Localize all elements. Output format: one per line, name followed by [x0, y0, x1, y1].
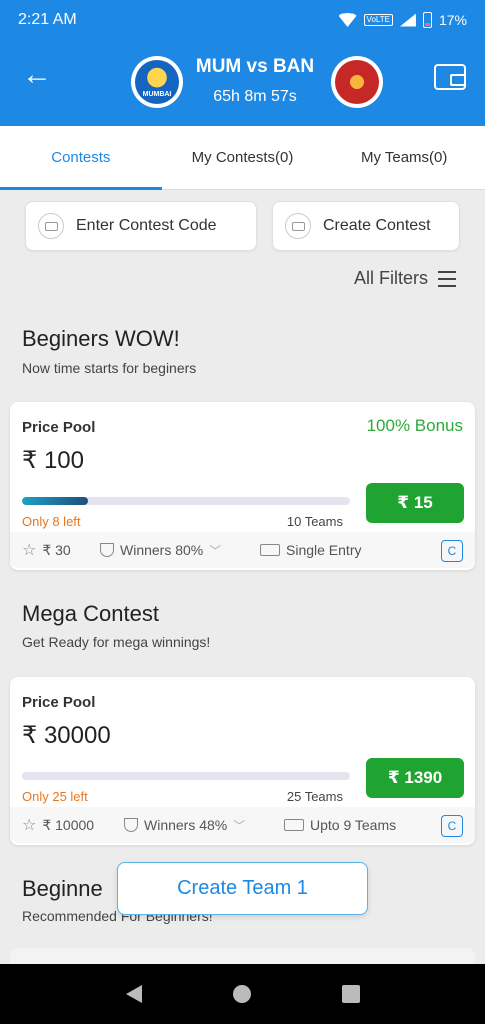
status-time: 2:21 AM: [18, 11, 77, 28]
contest-tabs: Contests My Contests(0) My Teams(0): [0, 126, 485, 190]
tab-my-teams[interactable]: My Teams(0): [323, 126, 485, 189]
spots-left: Only 25 left: [22, 789, 88, 804]
contest-card[interactable]: Price Pool ₹ 30000 Only 25 left 25 Teams…: [10, 677, 475, 845]
trophy-icon: [285, 213, 311, 239]
first-prize-icon: ☆: [22, 542, 37, 559]
filters-label: All Filters: [354, 268, 429, 288]
volte-icon: VoLTE: [363, 14, 393, 26]
create-contest-label: Create Contest: [323, 217, 431, 234]
section-subtitle: Now time starts for beginers: [22, 360, 197, 376]
chevron-down-icon: ﹀: [209, 543, 222, 558]
winners-percent: Winners 80%: [120, 542, 204, 558]
join-contest-button[interactable]: ₹ 15: [366, 483, 464, 523]
nav-home-icon[interactable]: [232, 985, 251, 1003]
back-arrow-icon[interactable]: ←: [22, 60, 52, 90]
wifi-icon: [338, 13, 357, 27]
status-icons: VoLTE 17%: [338, 12, 467, 28]
winners-dropdown[interactable]: Winners 80% ﹀: [100, 542, 260, 559]
prize-pool-amount: ₹ 30000: [22, 722, 111, 749]
card-footer: ☆ ₹ 30 Winners 80% ﹀ Single Entry C: [10, 532, 475, 568]
first-prize: ₹ 30: [42, 541, 71, 558]
entry-type-icon: [284, 819, 304, 831]
first-prize-icon: ☆: [22, 817, 37, 834]
team1-logo-text: MUMBAI: [135, 60, 179, 104]
spots-left: Only 8 left: [22, 514, 81, 529]
prize-pool-amount: ₹ 100: [22, 447, 84, 474]
first-prize: ₹ 10000: [42, 816, 95, 833]
prize-pool-label: Price Pool: [22, 694, 96, 711]
section-title: Beginers WOW!: [22, 326, 180, 351]
enter-code-label: Enter Contest Code: [76, 217, 217, 234]
section-title: Beginne: [22, 876, 103, 901]
match-countdown: 65h 8m 57s: [213, 88, 297, 105]
tab-my-contests[interactable]: My Contests(0): [162, 126, 324, 189]
tab-contests[interactable]: Contests: [0, 126, 162, 190]
wallet-icon[interactable]: [434, 64, 466, 90]
spots-progress-bar: [22, 772, 350, 780]
spots-progress-bar: [22, 497, 350, 505]
prize-pool-label: Price Pool: [22, 419, 96, 436]
section-subtitle: Get Ready for mega winnings!: [22, 634, 211, 650]
trophy-icon: [124, 818, 138, 832]
total-teams: 25 Teams: [286, 789, 343, 804]
battery-icon: [422, 12, 432, 28]
total-teams: 10 Teams: [286, 514, 343, 529]
contest-card[interactable]: Price Pool 100% Bonus ₹ 100 Only 8 left …: [10, 402, 475, 570]
winners-percent: Winners 48%: [144, 817, 228, 833]
filter-sliders-icon: [438, 270, 457, 287]
bonus-label: 100% Bonus: [366, 416, 463, 435]
enter-contest-code-button[interactable]: Enter Contest Code: [25, 201, 257, 251]
chevron-down-icon: ﹀: [233, 818, 246, 833]
battery-percent: 17%: [438, 12, 467, 28]
nav-recents-icon[interactable]: [341, 985, 360, 1003]
create-team-button[interactable]: Create Team 1: [117, 862, 368, 915]
team1-logo: MUMBAI: [131, 56, 183, 108]
match-title: MUM vs BAN: [195, 56, 315, 77]
entry-type: Single Entry: [286, 542, 362, 558]
entry-type-icon: [260, 544, 280, 556]
section-title: Mega Contest: [22, 601, 159, 626]
match-header: ← MUMBAI MUM vs BAN 65h 8m 57s: [0, 40, 485, 126]
card-footer: ☆ ₹ 10000 Winners 48% ﹀ Upto 9 Teams C: [10, 807, 475, 843]
system-nav-bar: [0, 964, 485, 1024]
all-filters-button[interactable]: All Filters: [354, 268, 457, 289]
status-bar: 2:21 AM VoLTE 17%: [0, 0, 485, 40]
team2-logo: [331, 56, 383, 108]
trophy-icon: [100, 543, 114, 557]
winners-dropdown[interactable]: Winners 48% ﹀: [124, 817, 284, 834]
create-contest-button[interactable]: Create Contest: [272, 201, 460, 251]
ticket-icon: [38, 213, 64, 239]
partial-card: [10, 948, 475, 964]
spots-progress-fill: [22, 497, 88, 505]
entry-type: Upto 9 Teams: [310, 817, 397, 833]
confirmed-badge: C: [441, 815, 463, 837]
nav-back-icon[interactable]: [125, 985, 142, 1003]
join-contest-button[interactable]: ₹ 1390: [366, 758, 464, 798]
signal-icon: [399, 13, 416, 27]
confirmed-badge: C: [441, 540, 463, 562]
